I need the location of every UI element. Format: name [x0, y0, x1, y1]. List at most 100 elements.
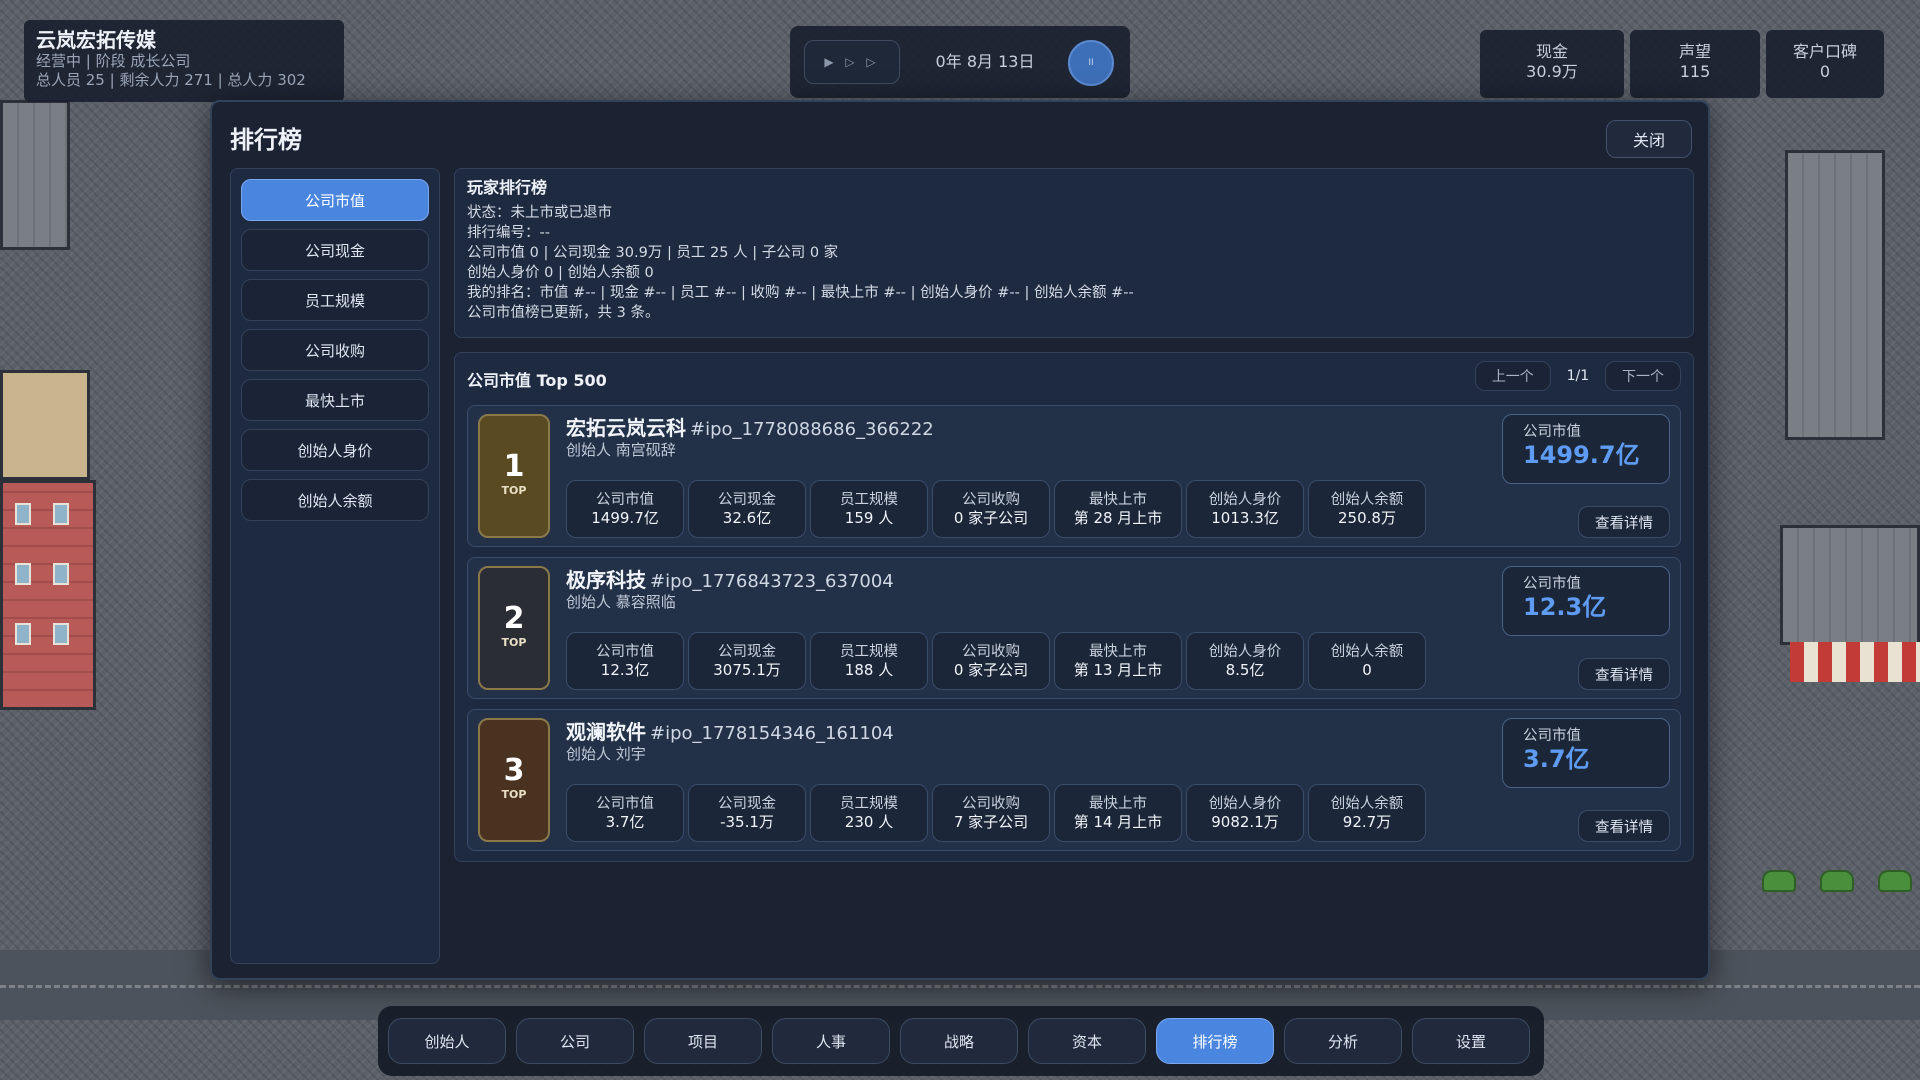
map-building — [0, 480, 96, 710]
metric-chip: 最快上市第 28 月上市 — [1054, 480, 1182, 538]
metric-label: 公司收购 — [962, 644, 1020, 660]
entry-company-name: 宏拓云岚云科 — [566, 416, 686, 440]
entry-founder: 创始人 刘宇 — [566, 745, 646, 763]
category-founder-balance[interactable]: 创始人余额 — [241, 479, 429, 521]
metric-value: 1013.3亿 — [1211, 509, 1279, 527]
metric-label: 最快上市 — [1089, 796, 1147, 812]
entry-company-name: 极序科技 — [566, 568, 646, 592]
metric-label: 最快上市 — [1089, 644, 1147, 660]
market-value-box: 公司市值 3.7亿 — [1502, 718, 1670, 788]
ranking-entry: 3 TOP 观澜软件 #ipo_1778154346_161104 创始人 刘宇 公司市值… — [467, 709, 1681, 851]
category-staff-size[interactable]: 员工规模 — [241, 279, 429, 321]
map-building — [0, 370, 90, 480]
reputation-stat: 声望 115 — [1630, 30, 1760, 98]
view-details-button[interactable]: 查看详情 — [1578, 658, 1670, 690]
metric-label: 员工规模 — [840, 492, 898, 508]
nav-leaderboard[interactable]: 排行榜 — [1156, 1018, 1274, 1064]
metric-label: 创始人身价 — [1208, 492, 1282, 508]
player-my-ranks: 我的排名：市值 #-- | 现金 #-- | 员工 #-- | 收购 #-- |… — [467, 285, 1134, 301]
company-staff: 总人员 25 | 剩余人力 271 | 总人力 302 — [36, 71, 306, 89]
entry-company-id: #ipo_1778088686_366222 — [690, 419, 934, 440]
metric-label: 公司现金 — [718, 644, 776, 660]
metric-chip: 公司现金 32.6亿 — [688, 480, 806, 538]
map-building — [1780, 525, 1920, 645]
nav-company[interactable]: 公司 — [516, 1018, 634, 1064]
client-rating-value: 0 — [1819, 62, 1831, 81]
page-indicator: 1/1 — [1566, 368, 1590, 384]
client-rating-label: 客户口碑 — [1792, 42, 1857, 61]
next-page-button[interactable]: 下一个 — [1605, 361, 1681, 391]
metric-label: 创始人余额 — [1330, 644, 1404, 660]
metric-label: 公司收购 — [962, 492, 1020, 508]
metric-label: 创始人余额 — [1330, 796, 1404, 812]
metric-label: 员工规模 — [840, 644, 898, 660]
market-value-label: 公司市值 — [1523, 424, 1581, 440]
map-tree — [1820, 870, 1854, 892]
rank-number: 1 — [503, 449, 525, 484]
rank-badge: 2 TOP — [478, 566, 550, 690]
nav-personnel[interactable]: 人事 — [772, 1018, 890, 1064]
category-cash[interactable]: 公司现金 — [241, 229, 429, 271]
metric-label: 最快上市 — [1089, 492, 1147, 508]
metric-chip: 最快上市第 13 月上市 — [1054, 632, 1182, 690]
cash-label: 现金 — [1535, 42, 1568, 61]
view-details-button[interactable]: 查看详情 — [1578, 810, 1670, 842]
metric-value: 230 人 — [844, 813, 894, 831]
reputation-label: 声望 — [1678, 42, 1711, 61]
metric-row: 公司市值 12.3亿 公司现金 3075.1万 员工规模 188 人公司收购 0 家子公司最… — [566, 632, 1430, 690]
metric-chip: 创始人身价 1013.3亿 — [1186, 480, 1304, 538]
metric-value: 第 13 月上市 — [1073, 661, 1163, 679]
ranking-entry: 1 TOP 宏拓云岚云科 #ipo_1778088686_366222 创始人 南宫砚辞… — [467, 405, 1681, 547]
game-date: 0年 8月 13日 — [935, 52, 1035, 71]
market-value-box: 公司市值 1499.7亿 — [1502, 414, 1670, 484]
ranking-category-nav: 公司市值 公司现金 员工规模 公司收购 最快上市 创始人身价 创始人余额 — [230, 168, 440, 964]
nav-strategy[interactable]: 战略 — [900, 1018, 1018, 1064]
category-fastest-ipo[interactable]: 最快上市 — [241, 379, 429, 421]
metric-row: 公司市值 1499.7亿 公司现金 32.6亿 员工规模 159 人公司收购 0 家子公司最… — [566, 480, 1430, 538]
company-info-card: 云岚宏拓传媒 经营中 | 阶段 成长公司 总人员 25 | 剩余人力 271 |… — [24, 20, 344, 102]
company-name: 极序科技 #ipo_1776843723_637004 — [566, 564, 894, 593]
nav-founder[interactable]: 创始人 — [388, 1018, 506, 1064]
market-value-amount: 12.3亿 — [1523, 593, 1607, 621]
nav-projects[interactable]: 项目 — [644, 1018, 762, 1064]
metric-label: 创始人身价 — [1208, 796, 1282, 812]
metric-value: 188 人 — [844, 661, 894, 679]
player-status: 状态：未上市或已退市 — [467, 205, 612, 221]
nav-settings[interactable]: 设置 — [1412, 1018, 1530, 1064]
category-founder-worth[interactable]: 创始人身价 — [241, 429, 429, 471]
metric-value: 0 家子公司 — [953, 661, 1029, 679]
map-building — [0, 100, 70, 250]
category-acquisitions[interactable]: 公司收购 — [241, 329, 429, 371]
nav-capital[interactable]: 资本 — [1028, 1018, 1146, 1064]
close-button[interactable]: 关闭 — [1606, 120, 1692, 158]
entry-company-id: #ipo_1776843723_637004 — [650, 571, 894, 592]
metric-value: 92.7万 — [1342, 813, 1392, 831]
metric-chip: 员工规模 230 人 — [810, 784, 928, 842]
board-title: 公司市值 Top 500 — [467, 371, 607, 390]
metric-value: 7 家子公司 — [953, 813, 1029, 831]
road-marking — [0, 985, 1920, 988]
cash-stat: 现金 30.9万 — [1480, 30, 1624, 98]
metric-label: 公司市值 — [596, 644, 654, 660]
metric-label: 创始人余额 — [1330, 492, 1404, 508]
nav-analysis[interactable]: 分析 — [1284, 1018, 1402, 1064]
metric-chip: 员工规模 188 人 — [810, 632, 928, 690]
modal-title: 排行榜 — [230, 126, 302, 154]
metric-chip: 公司收购 0 家子公司 — [932, 480, 1050, 538]
entry-company-name: 观澜软件 — [566, 720, 646, 744]
market-value-amount: 3.7亿 — [1523, 745, 1590, 773]
metric-chip: 创始人余额 250.8万 — [1308, 480, 1426, 538]
metric-value: 1499.7亿 — [591, 509, 659, 527]
entry-founder: 创始人 南宫砚辞 — [566, 441, 676, 459]
prev-page-button[interactable]: 上一个 — [1474, 361, 1551, 391]
map-tree — [1762, 870, 1796, 892]
category-market-value[interactable]: 公司市值 — [241, 179, 429, 221]
rank-top-label: TOP — [501, 484, 527, 497]
play-speed-control[interactable]: ▶ ▷ ▷ — [804, 40, 900, 84]
pause-button[interactable]: II — [1068, 40, 1114, 86]
metric-chip: 公司现金 -35.1万 — [688, 784, 806, 842]
view-details-button[interactable]: 查看详情 — [1578, 506, 1670, 538]
metric-chip: 公司市值 1499.7亿 — [566, 480, 684, 538]
reputation-value: 115 — [1679, 62, 1711, 81]
metric-value: 0 — [1362, 661, 1372, 679]
